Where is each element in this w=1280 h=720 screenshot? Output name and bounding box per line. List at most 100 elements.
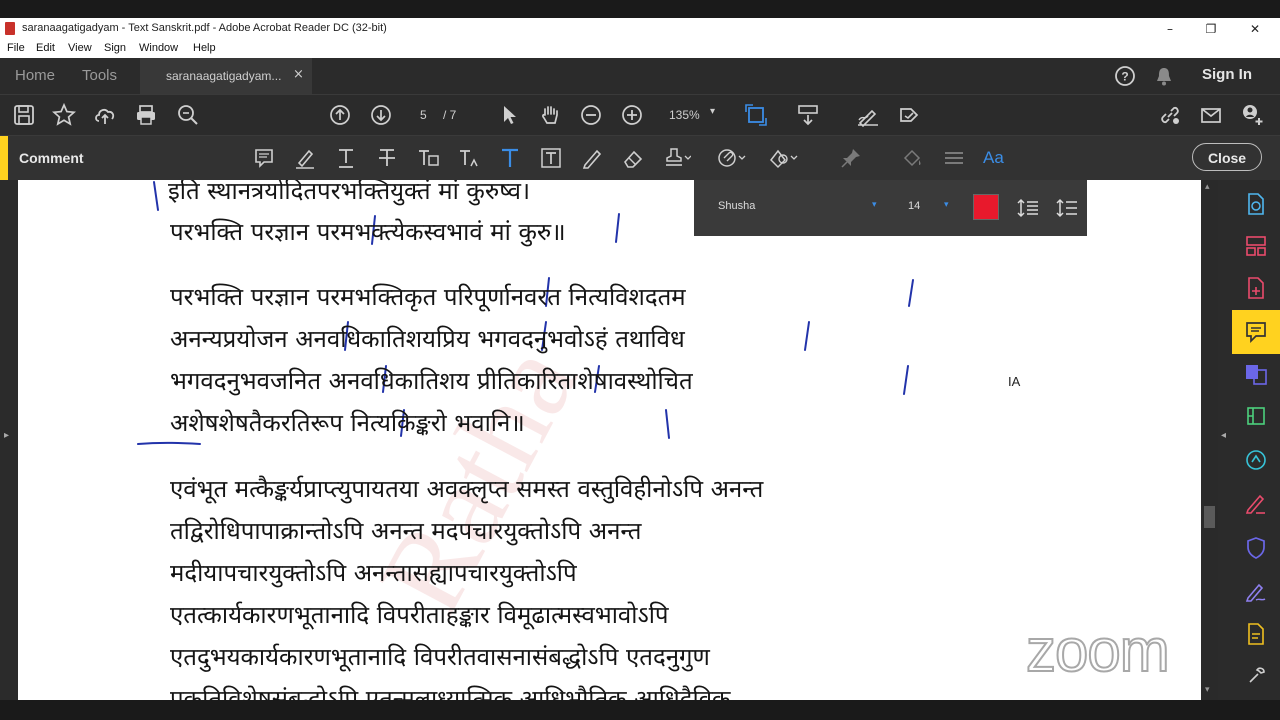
comment-tool-icon[interactable]: [1244, 320, 1268, 344]
text-line: मदीयापचारयुक्तोऽपि अनन्तासह्यापचारयुक्तो…: [170, 559, 577, 587]
tab-document[interactable]: saranaagatigadyam... ×: [140, 58, 312, 94]
email-icon[interactable]: [1199, 103, 1223, 127]
tab-home[interactable]: Home: [15, 67, 55, 84]
document-tab-label: saranaagatigadyam...: [166, 69, 282, 83]
left-panel-toggle[interactable]: ▸: [0, 180, 18, 700]
restore-button[interactable]: ❐: [1196, 20, 1226, 38]
zoom-value: 135%: [669, 108, 700, 122]
minimize-button[interactable]: –: [1155, 20, 1185, 38]
attach-file-icon[interactable]: [716, 147, 746, 169]
text-line: एतदुभयकार्यकारणभूतानादि विपरीतवासनासंबद्…: [170, 643, 710, 671]
upload-cloud-icon[interactable]: [93, 103, 117, 127]
strikethrough-icon[interactable]: [376, 147, 398, 169]
add-user-icon[interactable]: [1240, 103, 1264, 127]
size-dropdown-icon[interactable]: ▾: [944, 200, 949, 210]
request-signature-icon[interactable]: [1244, 448, 1268, 472]
previous-page-icon[interactable]: [328, 103, 352, 127]
zoom-in-icon[interactable]: [620, 103, 644, 127]
replace-text-icon[interactable]: [417, 147, 439, 169]
fill-and-sign-icon[interactable]: [1244, 492, 1268, 516]
close-comment-button[interactable]: Close: [1192, 143, 1262, 171]
combine-files-icon[interactable]: [1244, 362, 1268, 386]
create-pdf-icon[interactable]: [1244, 276, 1268, 300]
font-size-select[interactable]: 14: [908, 200, 920, 212]
page-number-field[interactable]: 5 / 7: [410, 103, 468, 127]
more-tools-icon[interactable]: [1244, 664, 1268, 688]
window-title: saranaagatigadyam - Text Sanskrit.pdf - …: [22, 22, 387, 34]
scan-document-icon[interactable]: [1244, 622, 1268, 646]
next-page-icon[interactable]: [369, 103, 393, 127]
font-family-select[interactable]: Shusha: [718, 200, 755, 212]
line-weight-icon[interactable]: [943, 147, 965, 169]
fit-page-icon[interactable]: [744, 103, 768, 127]
vertical-scrollbar[interactable]: ▴ ▾: [1201, 180, 1218, 700]
certificates-pen-icon[interactable]: [1244, 580, 1268, 604]
sticky-note-icon[interactable]: [253, 147, 275, 169]
comment-label: Comment: [19, 150, 84, 166]
comment-toolbar: Comment Aa Close: [0, 136, 1280, 180]
close-window-button[interactable]: ✕: [1240, 20, 1270, 38]
scroll-up-icon[interactable]: ▴: [1205, 182, 1210, 192]
line-spacing-icon[interactable]: [1017, 197, 1039, 219]
compress-pdf-icon[interactable]: [1244, 404, 1268, 428]
text-line: अनन्यप्रयोजन अनवधिकातिशयप्रिय भगवदनुभवोऽ…: [170, 325, 685, 353]
window-titlebar: saranaagatigadyam - Text Sanskrit.pdf - …: [0, 18, 1280, 40]
text-line: परभक्ति परज्ञान परमभक्त्येकस्वभावं मां क…: [170, 218, 566, 246]
pin-icon[interactable]: [840, 147, 862, 169]
text-line: तद्विरोधिपापाक्रान्तोऽपि अनन्त मदपचारयुक…: [170, 517, 642, 545]
fill-color-icon[interactable]: [901, 147, 923, 169]
paragraph-spacing-icon[interactable]: [1056, 197, 1078, 219]
draw-pencil-icon[interactable]: [581, 147, 603, 169]
acrobat-icon: [5, 22, 15, 35]
organize-pages-icon[interactable]: [1244, 234, 1268, 258]
sign-in-button[interactable]: Sign In: [1202, 66, 1252, 83]
add-text-icon[interactable]: [499, 147, 521, 169]
export-pdf-icon[interactable]: [1244, 192, 1268, 216]
protect-shield-icon[interactable]: [1244, 536, 1268, 560]
current-page[interactable]: 5: [420, 108, 427, 122]
underline-text-icon[interactable]: [335, 147, 357, 169]
text-properties-button[interactable]: Aa: [983, 148, 1004, 168]
scroll-mode-icon[interactable]: [796, 103, 820, 127]
zoom-out-icon[interactable]: [579, 103, 603, 127]
bookmark-star-icon[interactable]: [51, 102, 77, 127]
menu-sign[interactable]: Sign: [104, 42, 126, 54]
tab-tools[interactable]: Tools: [82, 67, 117, 84]
shapes-icon[interactable]: [768, 147, 798, 169]
insert-text-icon[interactable]: [458, 147, 480, 169]
stamp-icon[interactable]: [663, 147, 692, 169]
share-link-icon[interactable]: [1158, 103, 1182, 127]
text-line: अशेषशेषतैकरतिरूप नित्यकिङ्करो भवानि॥: [170, 409, 525, 437]
menu-file[interactable]: File: [7, 42, 25, 54]
highlight-icon[interactable]: [294, 147, 316, 169]
help-icon[interactable]: ?: [1114, 65, 1136, 87]
right-panel-divider: ◂: [1218, 180, 1232, 700]
zoom-level-select[interactable]: 135% ▾: [662, 103, 722, 127]
text-color-swatch[interactable]: [973, 194, 999, 220]
notification-bell-icon[interactable]: [1154, 65, 1174, 87]
collapse-right-icon[interactable]: ◂: [1221, 430, 1226, 441]
text-line: एवंभूत मत्कैङ्कर्यप्राप्त्युपायतया अवक्ल…: [170, 475, 764, 503]
tab-bar: Home Tools saranaagatigadyam... × ? Sign…: [0, 58, 1280, 95]
menu-view[interactable]: View: [68, 42, 92, 54]
menu-window[interactable]: Window: [139, 42, 178, 54]
fill-sign-icon[interactable]: [856, 103, 880, 128]
menu-edit[interactable]: Edit: [36, 42, 55, 54]
select-cursor-icon[interactable]: [498, 103, 522, 127]
document-page[interactable]: Ratha इति स्थानत्रयोदितपरभक्तियुक्तं मां…: [18, 180, 1201, 700]
text-box-icon[interactable]: [540, 147, 562, 169]
font-dropdown-icon[interactable]: ▾: [872, 200, 877, 210]
close-tab-icon[interactable]: ×: [293, 67, 304, 82]
search-icon[interactable]: [176, 103, 200, 127]
eraser-icon[interactable]: [622, 147, 644, 169]
menu-bar: File Edit View Sign Window Help: [0, 40, 1280, 58]
menu-help[interactable]: Help: [193, 42, 216, 54]
send-sign-icon[interactable]: [897, 103, 921, 127]
scroll-down-icon[interactable]: ▾: [1205, 685, 1210, 695]
expand-left-icon[interactable]: ▸: [4, 430, 9, 441]
save-icon[interactable]: [12, 103, 36, 127]
scrollbar-thumb[interactable]: [1204, 506, 1215, 528]
hand-tool-icon[interactable]: [538, 103, 562, 127]
zoom-dropdown-icon: ▾: [710, 106, 716, 117]
print-icon[interactable]: [134, 103, 158, 127]
